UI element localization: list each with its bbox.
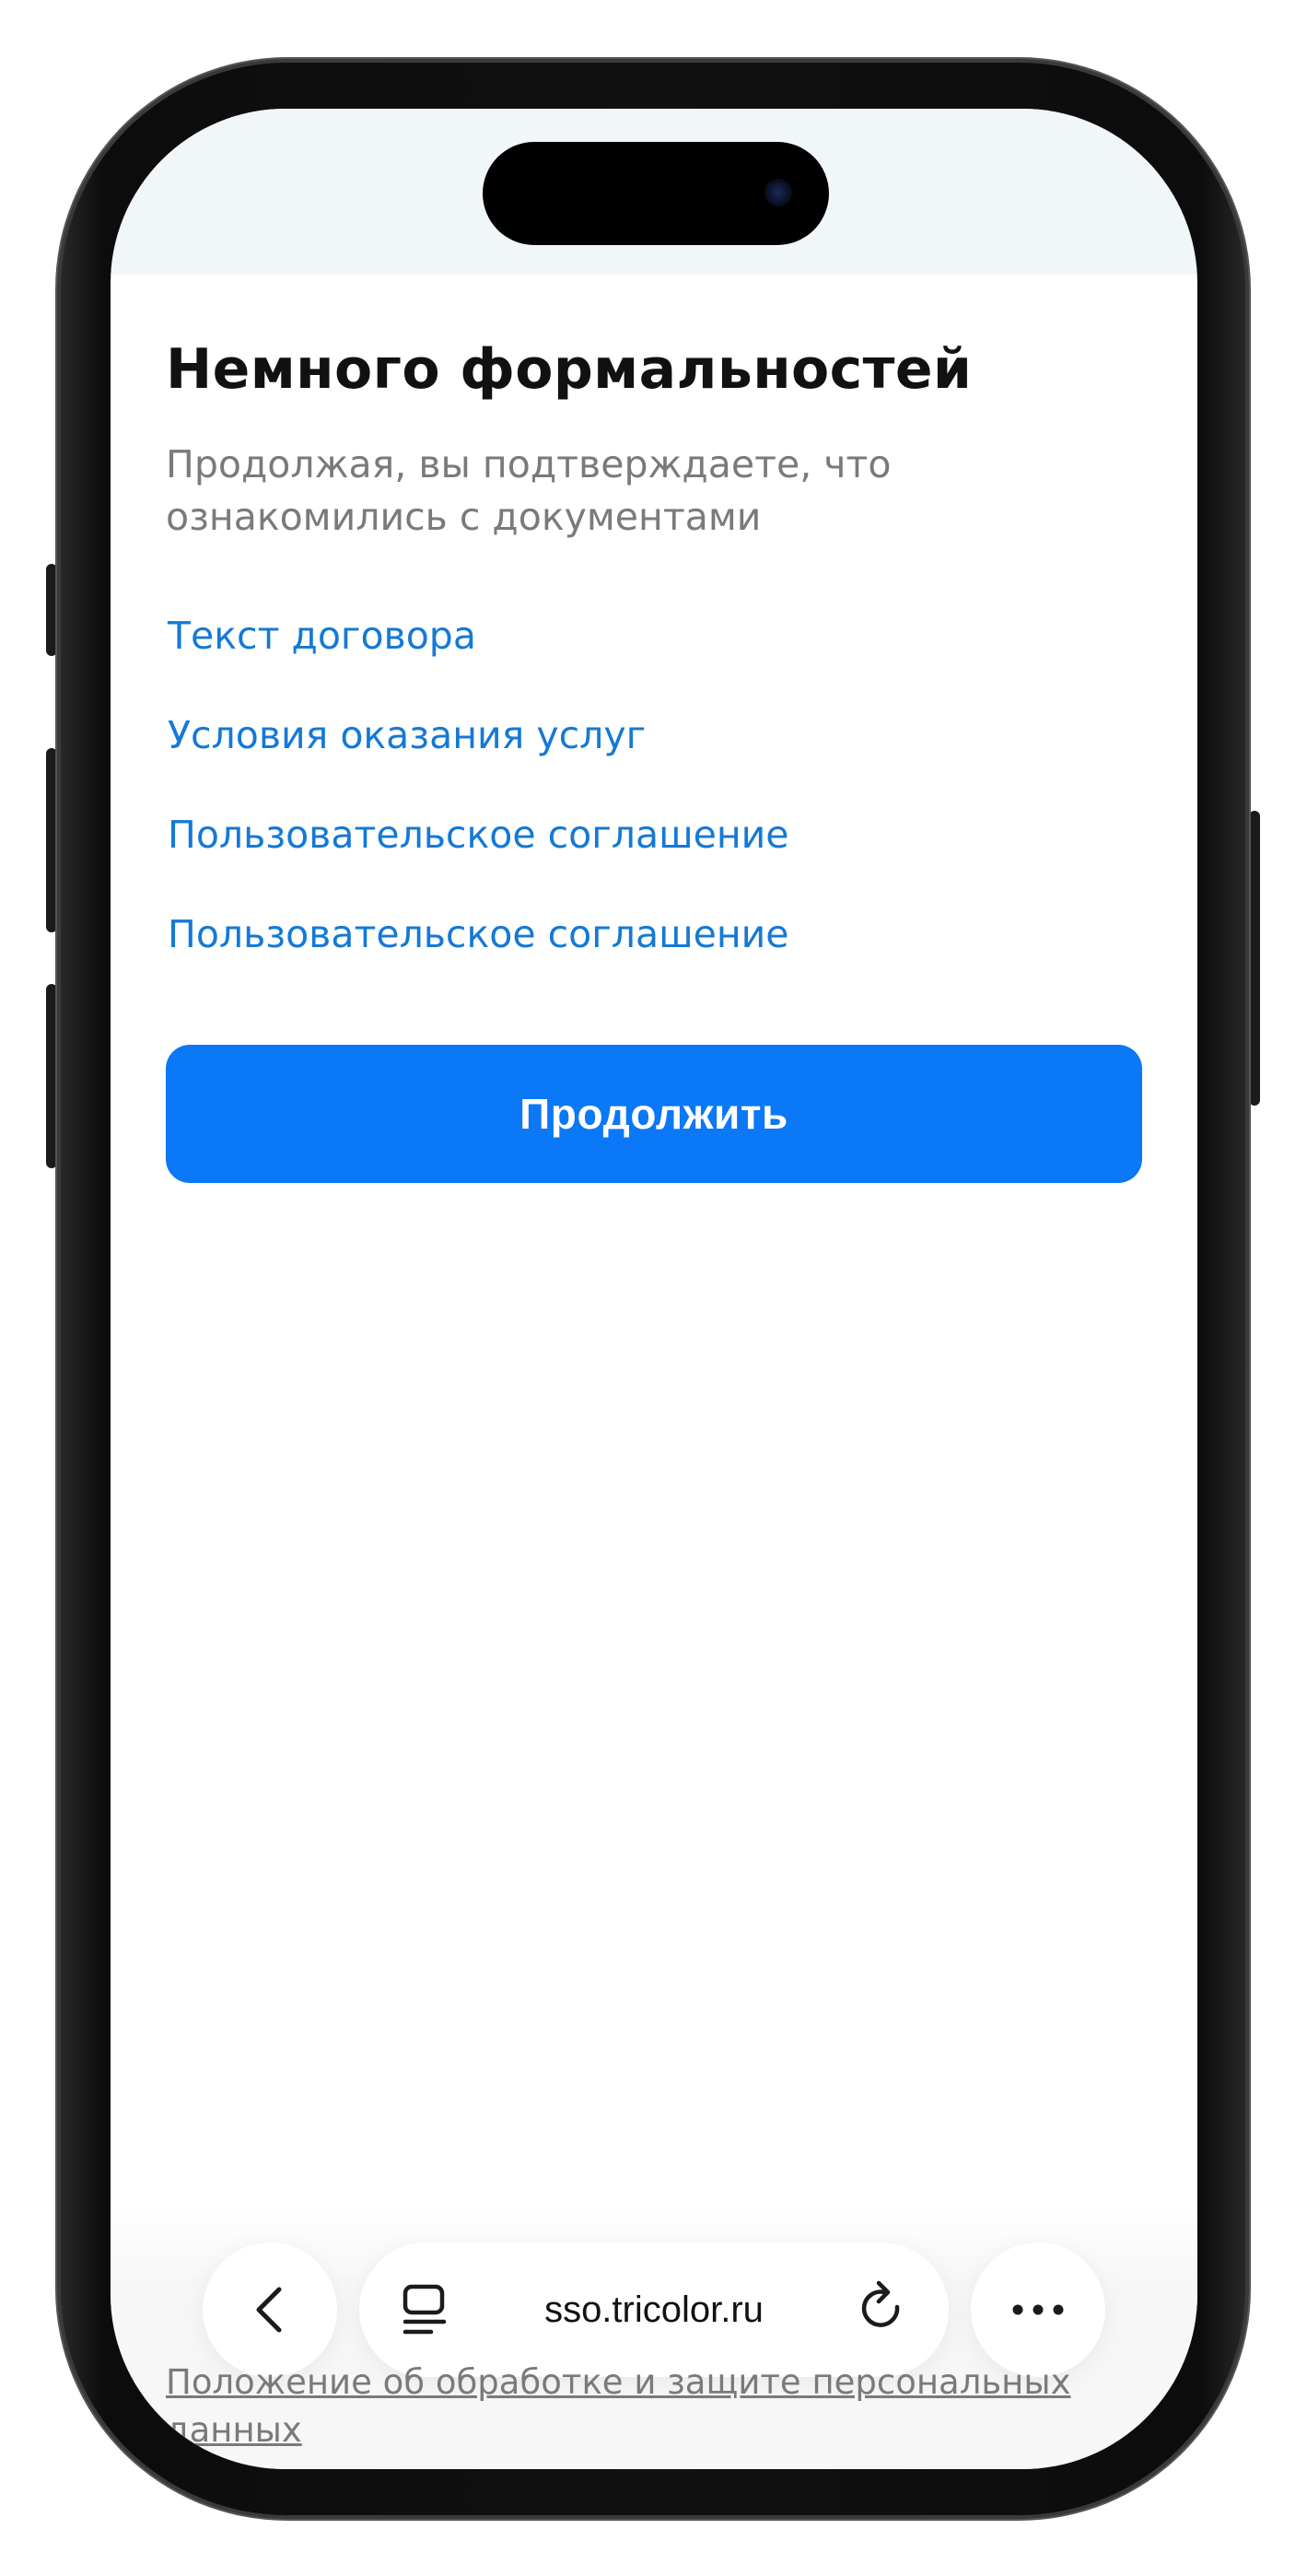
continue-button[interactable]: Продолжить	[166, 1045, 1142, 1183]
more-icon	[1012, 2304, 1064, 2315]
url-text: sso.tricolor.ru	[544, 2289, 764, 2330]
camera-icon	[764, 179, 792, 206]
link-user-agreement[interactable]: Пользовательское соглашение	[168, 813, 789, 857]
chevron-left-icon	[256, 2287, 282, 2333]
consent-description: Продолжая, вы подтверждаете, что ознаком…	[166, 442, 892, 539]
dynamic-island	[483, 142, 829, 245]
volume-up-button	[46, 748, 57, 932]
reload-icon[interactable]	[857, 2279, 908, 2336]
device-stage: Немного формальностей Продолжая, вы подт…	[0, 0, 1307, 2576]
personal-data-policy-link[interactable]: Положение об обработке и защите персонал…	[166, 2359, 1105, 2454]
more-button[interactable]	[971, 2242, 1105, 2377]
link-service-terms[interactable]: Условия оказания услуг	[168, 713, 646, 757]
action-button	[46, 564, 57, 656]
back-button[interactable]	[203, 2242, 337, 2377]
power-button	[1249, 811, 1260, 1106]
address-bar[interactable]: sso.tricolor.ru	[359, 2242, 949, 2377]
link-contract-text[interactable]: Текст договора	[168, 614, 476, 658]
volume-down-button	[46, 984, 57, 1168]
phone-screen: Немного формальностей Продолжая, вы подт…	[111, 109, 1197, 2469]
status-bar	[111, 109, 1197, 275]
page-title: Немного формальностей	[166, 337, 973, 402]
link-user-agreement-2[interactable]: Пользовательское соглашение	[168, 912, 789, 956]
tabs-icon[interactable]	[402, 2283, 448, 2336]
